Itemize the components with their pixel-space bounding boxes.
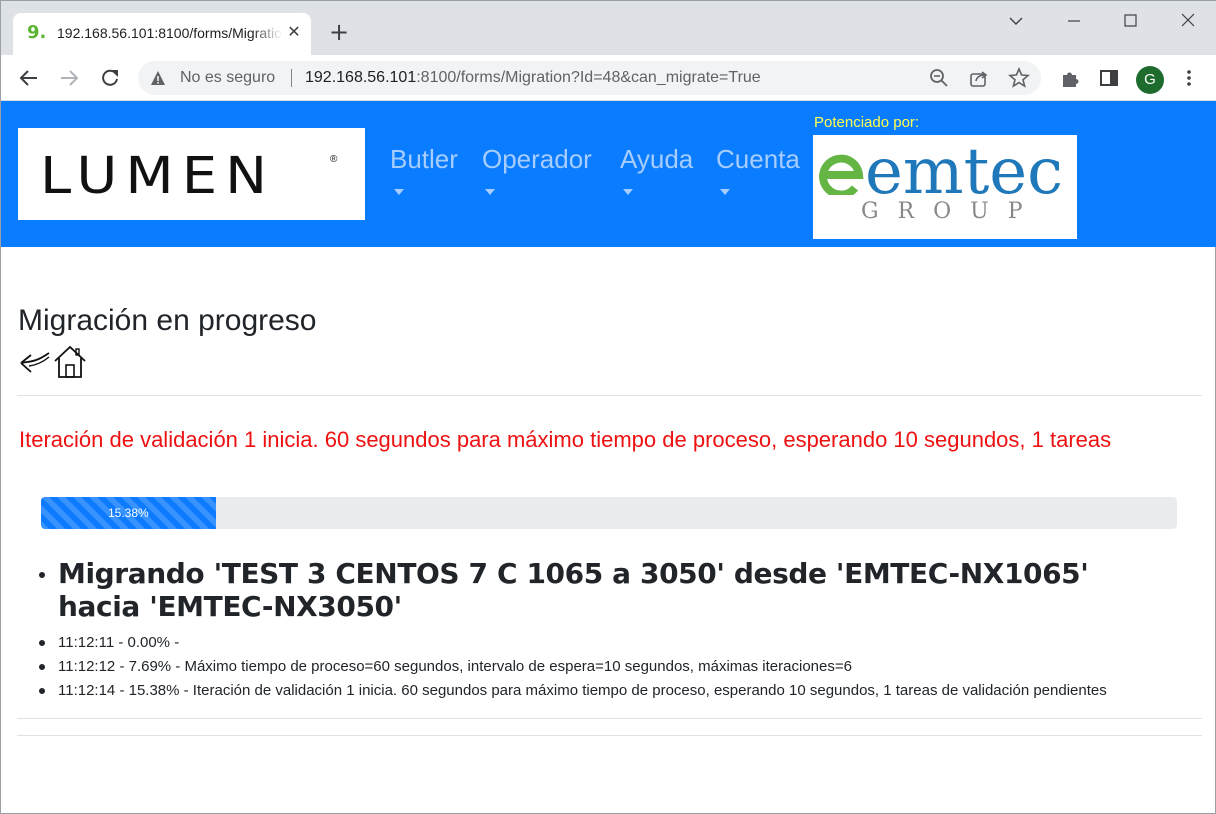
maximize-icon[interactable] — [1115, 9, 1145, 33]
url-host: 192.168.56.101 — [305, 69, 417, 86]
emtec-logo: emtec GROUP — [813, 135, 1077, 239]
browser-toolbar: No es seguro 192.168.56.101:8100/forms/M… — [1, 55, 1216, 101]
back-arrow-icon[interactable] — [16, 65, 42, 91]
nav-butler[interactable]: Butler — [390, 144, 458, 175]
home-icon[interactable] — [53, 345, 87, 379]
url-text[interactable]: 192.168.56.101:8100/forms/Migration?Id=4… — [305, 69, 761, 87]
site-navbar: LUMEN ® Butler Operador Ayuda Cuenta Pot… — [1, 101, 1216, 247]
chevron-down-icon[interactable] — [623, 189, 633, 195]
nav-cuenta[interactable]: Cuenta — [716, 144, 800, 175]
browser-tab[interactable]: 9. 192.168.56.101:8100/forms/Migration?I… — [13, 13, 311, 55]
page-title: Migración en progreso — [18, 304, 317, 337]
nav-operador[interactable]: Operador — [482, 144, 592, 175]
reload-icon[interactable] — [97, 65, 123, 91]
browser-menu-icon[interactable] — [1176, 65, 1202, 91]
progress-fill: 15.38% — [41, 497, 216, 529]
chevron-down-icon[interactable] — [394, 189, 404, 195]
minimize-icon[interactable] — [1059, 9, 1089, 33]
url-path: :8100/forms/Migration?Id=48&can_migrate=… — [416, 69, 761, 86]
bullet — [39, 688, 45, 694]
migration-list: Migrando 'TEST 3 CENTOS 7 C 1065 a 3050'… — [39, 557, 1178, 623]
divider — [17, 718, 1202, 719]
migration-log: 11:12:11 - 0.00% - 11:12:12 - 7.69% - Má… — [39, 633, 1208, 705]
warning-icon[interactable] — [150, 70, 166, 86]
registered-mark: ® — [330, 154, 338, 165]
security-status[interactable]: No es seguro — [180, 69, 275, 87]
log-entry: 11:12:12 - 7.69% - Máximo tiempo de proc… — [39, 657, 1208, 681]
new-tab-icon[interactable]: + — [327, 20, 351, 45]
extensions-puzzle-icon[interactable] — [1057, 65, 1083, 91]
address-bar[interactable]: No es seguro 192.168.56.101:8100/forms/M… — [138, 61, 1041, 95]
bookmark-star-icon[interactable] — [1007, 66, 1031, 90]
profile-avatar[interactable]: G — [1136, 66, 1164, 94]
status-message: Iteración de validación 1 inicia. 60 seg… — [19, 427, 1112, 452]
logo-subtext: GROUP — [861, 199, 1042, 224]
back-reply-icon[interactable] — [17, 347, 51, 377]
divider — [17, 395, 1202, 396]
site-favicon-icon: 9. — [27, 22, 47, 43]
migration-heading: Migrando 'TEST 3 CENTOS 7 C 1065 a 3050'… — [58, 557, 1089, 623]
share-icon[interactable] — [967, 66, 991, 90]
bullet — [39, 664, 45, 670]
logo-text: emtec — [865, 135, 1063, 209]
nav-ayuda[interactable]: Ayuda — [620, 144, 693, 175]
forward-arrow-icon[interactable] — [56, 65, 82, 91]
log-entry: 11:12:11 - 0.00% - — [39, 633, 1208, 657]
log-entry-text: 11:12:12 - 7.69% - Máximo tiempo de proc… — [58, 658, 852, 675]
lumen-logo[interactable]: LUMEN ® — [18, 128, 365, 220]
divider — [291, 69, 292, 87]
browser-tab-bar: 9. 192.168.56.101:8100/forms/Migration?I… — [1, 1, 1216, 55]
zoom-icon[interactable] — [927, 66, 951, 90]
powered-by-label: Potenciado por: — [814, 114, 920, 131]
chevron-down-icon[interactable] — [720, 189, 730, 195]
bullet — [39, 640, 45, 646]
emtec-e-mark — [819, 154, 864, 195]
migration-progress-bar: 15.38% — [41, 497, 1177, 529]
log-entry: 11:12:14 - 15.38% - Iteración de validac… — [39, 681, 1208, 705]
tab-search-chevron-icon[interactable] — [1001, 9, 1031, 33]
logo-text: LUMEN — [40, 147, 275, 206]
log-entry-text: 11:12:14 - 15.38% - Iteración de validac… — [58, 682, 1107, 699]
tab-close-icon[interactable]: ✕ — [285, 23, 303, 41]
divider — [17, 735, 1202, 736]
tab-title: 192.168.56.101:8100/forms/Migration?Id=4… — [57, 25, 282, 41]
chevron-down-icon[interactable] — [485, 189, 495, 195]
log-entry-text: 11:12:11 - 0.00% - — [58, 634, 180, 651]
list-item: Migrando 'TEST 3 CENTOS 7 C 1065 a 3050'… — [39, 557, 1178, 623]
window-close-icon[interactable] — [1173, 9, 1203, 33]
side-panel-icon[interactable] — [1096, 65, 1122, 91]
bullet — [39, 572, 45, 578]
